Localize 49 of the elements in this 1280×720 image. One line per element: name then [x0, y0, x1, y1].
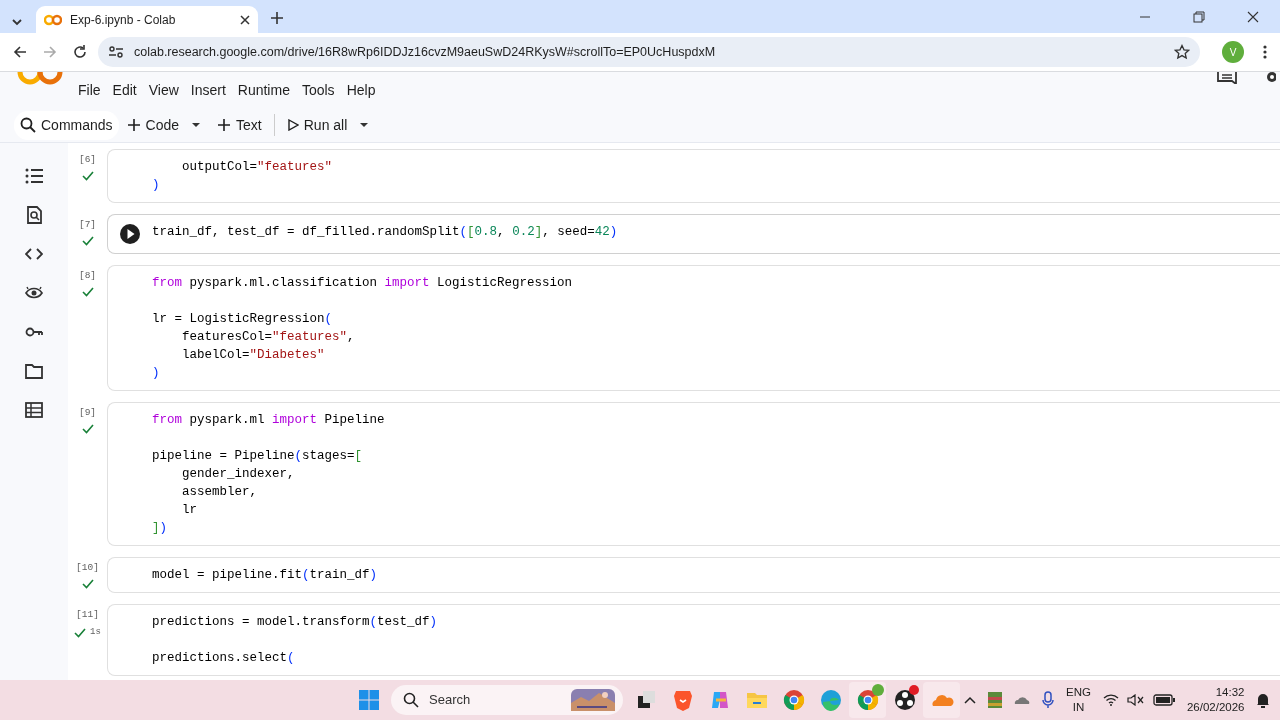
menu-item[interactable]: Insert: [184, 76, 232, 104]
code-line: from pyspark.ml.classification import LogisticRegression: [152, 275, 573, 292]
code-line: outputCol="features": [181, 159, 333, 176]
taskbar-search[interactable]: Search: [391, 685, 623, 715]
menu-item[interactable]: File: [72, 76, 107, 104]
code-cell[interactable]: outputCol="features" ): [107, 149, 1280, 203]
tab-title: Exp-6.ipynb - Colab: [70, 11, 177, 29]
code-line: pipeline = Pipeline(stages=[: [152, 448, 364, 465]
code-line: gender_indexer,: [181, 466, 296, 483]
code-line: ]): [152, 520, 169, 537]
execution-count: [10]: [76, 561, 99, 575]
menu-item[interactable]: Edit: [106, 76, 143, 104]
code-cell[interactable]: predictions = model.transform(test_df) predictions.select(: [107, 604, 1280, 676]
code-line: from pyspark.ml import Pipeline: [152, 412, 385, 429]
code-line: predictions = model.transform(test_df): [152, 614, 438, 631]
add-text-button[interactable]: Text: [211, 110, 268, 140]
language-indicator[interactable]: ENG IN: [1062, 681, 1095, 719]
execution-count: [6]: [78, 153, 97, 167]
execution-count: [8]: [78, 269, 97, 283]
clock[interactable]: 14:32 26/02/2026: [1182, 681, 1249, 719]
run-duration: 1s: [90, 626, 101, 640]
execution-count: [9]: [78, 406, 97, 420]
search-placeholder: Search: [429, 691, 472, 710]
code-cell[interactable]: train_df, test_df = df_filled.randomSplit([0.8, 0.2], seed=42): [107, 214, 1280, 254]
menu-item[interactable]: Tools: [295, 76, 341, 104]
code-line: ): [152, 365, 161, 382]
address-bar[interactable]: colab.research.google.com/drive/16R8wRp6IDDJz16cvzM9aeuSwD24RKysW#scrollTo=EP0UcHuspdxM: [98, 37, 1200, 67]
code-cell[interactable]: model = pipeline.fit(train_df): [107, 557, 1280, 593]
code-line: assembler,: [181, 484, 259, 501]
code-line: lr: [181, 502, 198, 519]
run-all-button[interactable]: Run all: [280, 110, 354, 140]
execution-count: [11]: [76, 608, 99, 622]
code-cell[interactable]: from pyspark.ml import Pipeline pipeline = Pipeline(stages=[ gender_indexer, assembler, lr ]): [107, 402, 1280, 546]
menu-item[interactable]: Runtime: [231, 76, 296, 104]
code-cell[interactable]: from pyspark.ml.classification import LogisticRegression lr = LogisticRegression( featuresCol="features", labelCol="Diabetes" ): [107, 265, 1280, 391]
menu-item[interactable]: View: [142, 76, 185, 104]
commands-button[interactable]: Commands: [14, 110, 119, 140]
code-line: lr = LogisticRegression(: [152, 311, 334, 328]
add-code-button[interactable]: Code: [120, 110, 186, 140]
code-line: featuresCol="features",: [181, 329, 356, 346]
code-line: labelCol="Diabetes": [181, 347, 326, 364]
code-line: train_df, test_df = df_filled.randomSplit([0.8, 0.2], seed=42): [152, 224, 618, 241]
url-text: colab.research.google.com/drive/16R8wRp6IDDJz16cvzM9aeuSwD24RKysW#scrollTo=EP0UcHuspdxM: [134, 43, 717, 61]
execution-count: [7]: [78, 218, 97, 232]
code-line: ): [152, 177, 161, 194]
code-line: predictions.select(: [152, 650, 296, 667]
menu-item[interactable]: Help: [340, 76, 382, 104]
browser-tab[interactable]: Exp-6.ipynb - Colab: [36, 6, 258, 33]
code-line: model = pipeline.fit(train_df): [152, 567, 378, 584]
